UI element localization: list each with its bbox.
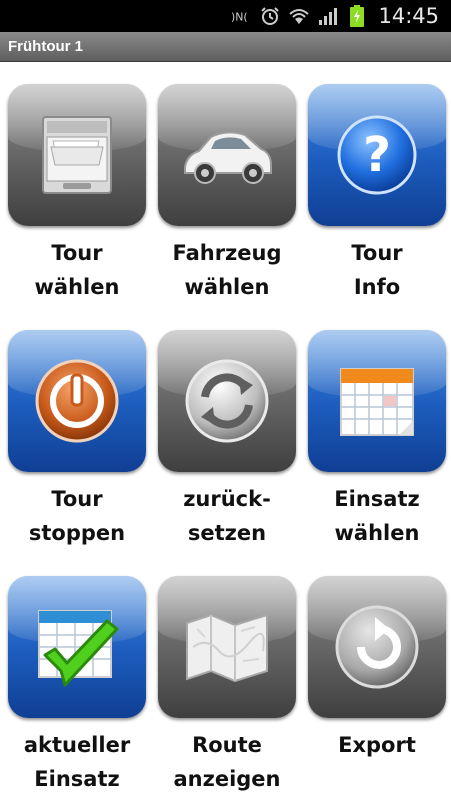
window-title: Frühtour 1 (8, 38, 83, 55)
tour-stop-label: Tour stoppen (28, 487, 126, 545)
current-assignment-label: aktueller Einsatz (23, 733, 131, 791)
tour-stop-tile[interactable]: Tour stoppen (7, 330, 147, 550)
show-route-tile[interactable]: Route anzeigen (157, 576, 297, 796)
window-title-bar: Frühtour 1 (0, 32, 451, 62)
clock-time: 14:45 (378, 4, 439, 28)
export-label: Export (338, 733, 416, 757)
tour-select-tile[interactable]: Tour wählen (7, 84, 147, 304)
checkmark-calendar-icon (38, 610, 119, 687)
tour-info-tile[interactable]: ? Tour Info (307, 84, 447, 304)
refresh-icon (185, 359, 269, 443)
wifi-icon (289, 6, 310, 26)
reset-button[interactable] (158, 330, 296, 472)
menu-grid: Tour wählen Fahrzeug wählen ? Tour Info … (0, 62, 451, 800)
reset-tile[interactable]: zurück- setzen (157, 330, 297, 550)
battery-charging-icon (347, 5, 367, 27)
file-drawer-icon (42, 116, 112, 194)
tour-info-label: Tour Info (351, 241, 403, 299)
vehicle-select-button[interactable] (158, 84, 296, 226)
assignment-select-label: Einsatz wählen (334, 487, 420, 545)
show-route-button[interactable] (158, 576, 296, 718)
alarm-icon (260, 6, 280, 26)
status-bar: )N( 14:45 (0, 0, 451, 32)
tour-select-button[interactable] (8, 84, 146, 226)
svg-text:)N(: )N( (231, 11, 248, 24)
tour-info-button[interactable]: ? (308, 84, 446, 226)
power-icon (35, 359, 119, 443)
export-icon (335, 605, 419, 689)
show-route-label: Route anzeigen (173, 733, 281, 791)
export-button[interactable] (308, 576, 446, 718)
tour-select-label: Tour wählen (34, 241, 120, 299)
tour-stop-button[interactable] (8, 330, 146, 472)
assignment-select-button[interactable] (308, 330, 446, 472)
current-assignment-tile[interactable]: aktueller Einsatz (7, 576, 147, 796)
car-icon (184, 131, 272, 184)
vehicle-select-label: Fahrzeug wählen (172, 241, 282, 299)
question-icon: ? (337, 115, 417, 195)
reset-label: zurück- setzen (183, 487, 271, 545)
vehicle-select-tile[interactable]: Fahrzeug wählen (157, 84, 297, 304)
current-assignment-button[interactable] (8, 576, 146, 718)
export-tile[interactable]: Export (307, 576, 447, 762)
map-icon (186, 613, 268, 683)
nfc-icon: )N( (231, 6, 251, 26)
signal-icon (318, 6, 338, 26)
svg-text:?: ? (363, 127, 391, 183)
calendar-icon (340, 368, 414, 436)
assignment-select-tile[interactable]: Einsatz wählen (307, 330, 447, 550)
